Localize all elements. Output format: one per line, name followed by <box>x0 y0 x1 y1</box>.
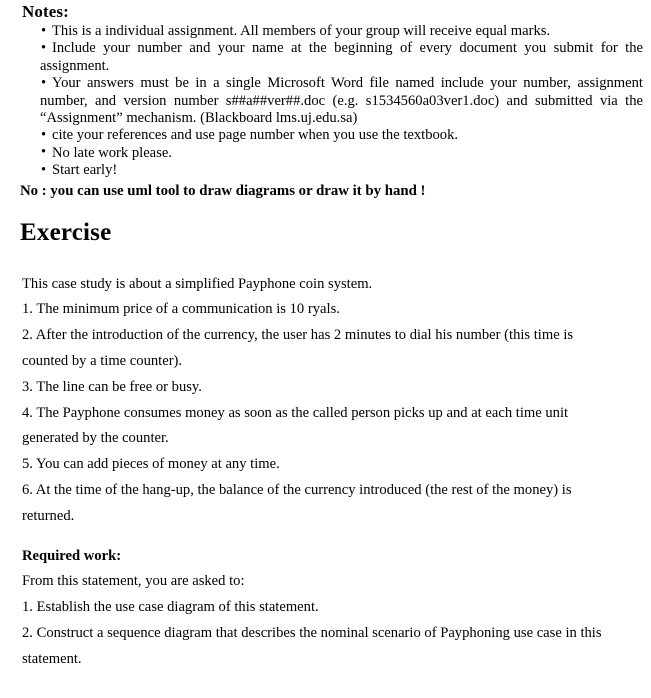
no-uml-tool-note: No : you can use uml tool to draw diagra… <box>20 182 426 199</box>
exercise-statement: 4. The Payphone consumes money as soon a… <box>22 404 569 447</box>
notes-heading: Notes: <box>22 2 69 21</box>
exercise-heading: Exercise <box>20 218 112 246</box>
bullet-icon: • <box>41 74 47 91</box>
notes-list-item: • Include your number and your name at t… <box>0 40 651 75</box>
bullet-icon: • <box>41 144 47 161</box>
exercise-body: This case study is about a simplified Pa… <box>0 272 651 673</box>
required-work-task: 2. Construct a sequence diagram that des… <box>22 625 602 667</box>
bullet-icon: • <box>41 39 47 56</box>
notes-section: Notes: • This is a individual assignment… <box>0 0 651 200</box>
bullet-icon: • <box>41 126 47 143</box>
required-work-heading: Required work: <box>22 547 122 564</box>
notes-list-item: • Start early! <box>0 162 651 179</box>
bullet-icon: • <box>41 22 47 39</box>
exercise-statement: 5. You can add pieces of money at any ti… <box>22 456 280 473</box>
notes-list: • This is a individual assignment. All m… <box>0 23 651 180</box>
exercise-statement: 6. At the time of the hang-up, the balan… <box>22 482 572 524</box>
notes-item-text: Include your number and your name at the… <box>40 40 643 74</box>
notes-list-item: • Your answers must be in a single Micro… <box>0 75 651 127</box>
exercise-statement: 1. The minimum price of a communication … <box>22 301 340 318</box>
required-work-task: 1. Establish the use case diagram of thi… <box>22 599 319 616</box>
exercise-statement: 2. After the introduction of the currenc… <box>22 327 574 370</box>
document-page: Notes: • This is a individual assignment… <box>0 0 651 698</box>
notes-item-text: No late work please. <box>52 144 172 161</box>
notes-item-text: cite your references and use page number… <box>52 127 459 144</box>
bullet-icon: • <box>41 161 47 178</box>
exercise-intro: This case study is about a simplified Pa… <box>22 275 373 292</box>
notes-item-text: This is a individual assignment. All mem… <box>52 23 551 39</box>
notes-list-item: • This is a individual assignment. All m… <box>0 23 651 40</box>
required-work-intro: From this statement, you are asked to: <box>22 573 245 590</box>
notes-item-text: Start early! <box>52 162 118 179</box>
exercise-statement: 3. The line can be free or busy. <box>22 378 202 395</box>
notes-item-text: Your answers must be in a single Microso… <box>40 75 643 127</box>
notes-list-item: • No late work please. <box>0 144 651 162</box>
notes-list-item: • cite your references and use page numb… <box>0 127 651 144</box>
